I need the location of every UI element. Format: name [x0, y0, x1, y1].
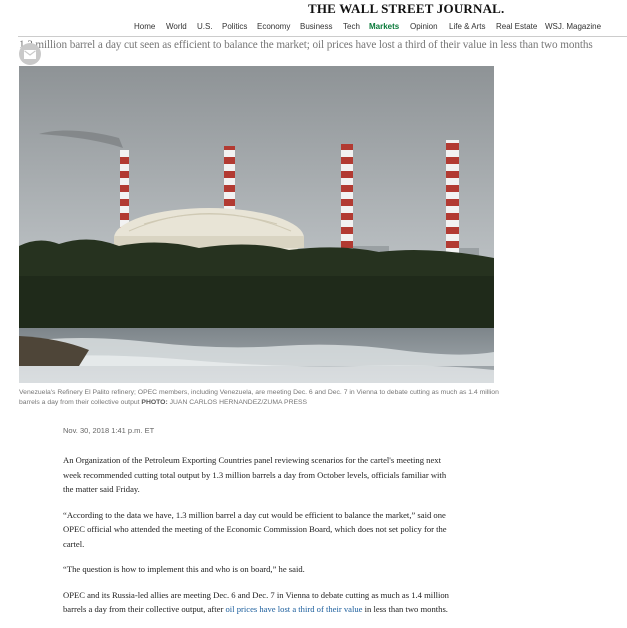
main-nav: Home World U.S. Politics Economy Busines…: [0, 22, 627, 36]
masthead: THE WALL STREET JOURNAL. Home World U.S.…: [0, 0, 627, 36]
nav-markets[interactable]: Markets: [369, 22, 399, 31]
masthead-divider: [18, 36, 627, 37]
nav-life-arts[interactable]: Life & Arts: [449, 22, 485, 31]
email-share-button[interactable]: [19, 43, 41, 65]
nav-wsj-magazine[interactable]: WSJ. Magazine: [545, 22, 601, 31]
photo-caption: Venezuela's Refinery El Palito refinery;…: [19, 388, 499, 408]
nav-real-estate[interactable]: Real Estate: [496, 22, 537, 31]
nav-economy[interactable]: Economy: [257, 22, 290, 31]
nav-politics[interactable]: Politics: [222, 22, 247, 31]
oil-prices-link[interactable]: oil prices have lost a third of their va…: [226, 604, 363, 614]
article-paragraph: “According to the data we have, 1.3 mill…: [63, 509, 447, 549]
nav-home[interactable]: Home: [134, 22, 155, 31]
email-icon: [24, 49, 36, 59]
photo-credit: JUAN CARLOS HERNANDEZ/ZUMA PRESS: [169, 399, 308, 406]
article-paragraph: OPEC and its Russia-led allies are meeti…: [63, 588, 453, 617]
photo-credit-label: PHOTO:: [141, 399, 168, 406]
wsj-logo[interactable]: THE WALL STREET JOURNAL.: [308, 1, 505, 17]
nav-business[interactable]: Business: [300, 22, 332, 31]
paragraph-text: in less than two months.: [362, 604, 448, 614]
article-subheadline: 1.3 million barrel a day cut seen as eff…: [19, 39, 593, 51]
article-paragraph: “The question is how to implement this a…: [63, 564, 305, 574]
article-photo: [19, 66, 494, 383]
nav-opinion[interactable]: Opinion: [410, 22, 438, 31]
nav-world[interactable]: World: [166, 22, 187, 31]
nav-us[interactable]: U.S.: [197, 22, 213, 31]
article-paragraph: An Organization of the Petroleum Exporti…: [63, 455, 447, 494]
nav-tech[interactable]: Tech: [343, 22, 360, 31]
article-body: Nov. 30, 2018 1:41 p.m. ET An Organizati…: [63, 426, 453, 628]
article-timestamp: Nov. 30, 2018 1:41 p.m. ET: [63, 426, 155, 435]
